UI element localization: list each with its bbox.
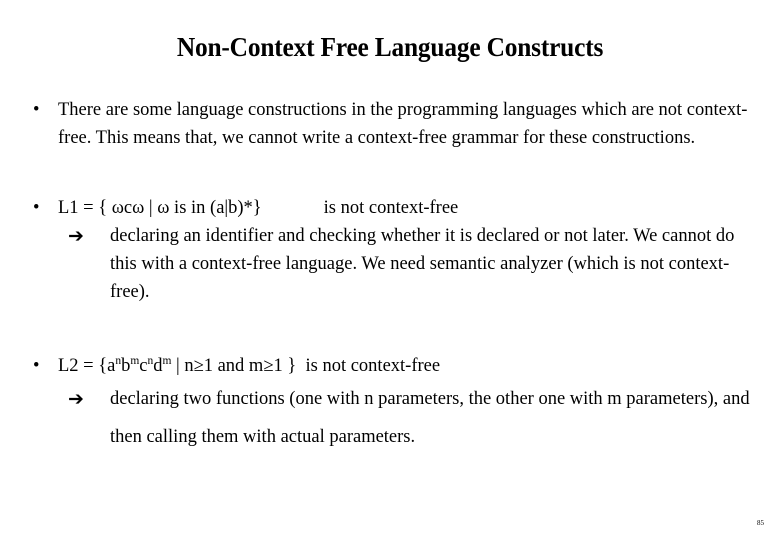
- sub-bullet-text-2: declaring two functions (one with n para…: [110, 389, 750, 447]
- l2-tail-text: | n≥1 and m≥1 }: [171, 356, 297, 376]
- language-definition-l2: L2 = {anbmcndm | n≥1 and m≥1 } is not co…: [58, 352, 750, 380]
- block-spacer-1: [0, 152, 780, 194]
- bullet-marker-icon: •: [33, 198, 40, 218]
- sub-bullet-1: ➔ declaring an identifier and checking w…: [58, 222, 750, 306]
- block-spacer-2: [0, 306, 780, 352]
- bullet-text-1: There are some language constructions in…: [58, 100, 748, 148]
- l2-superscript-m1: m: [130, 354, 140, 367]
- l2-letter-b: b: [121, 356, 131, 376]
- l1-note-text: is not context-free: [323, 198, 459, 218]
- sub-bullet-2: ➔ declaring two functions (one with n pa…: [58, 380, 750, 456]
- language-definition-l1: L1 = { ωcω | ω is in (a|b)*} is not conte…: [58, 194, 750, 222]
- bullet-marker-icon: •: [33, 100, 40, 120]
- slide: Non-Context Free Language Constructs • T…: [0, 0, 780, 540]
- sub-bullet-text-1: declaring an identifier and checking whe…: [110, 226, 735, 302]
- l2-lead-text: L2 = {a: [58, 356, 116, 376]
- bullet-block-3: • L2 = {anbmcndm | n≥1 and m≥1 } is not …: [0, 352, 780, 456]
- bullet-marker-icon: •: [33, 356, 40, 376]
- arrow-right-icon: ➔: [68, 225, 84, 247]
- page-number: 85: [757, 519, 764, 527]
- l2-note-text: is not context-free: [305, 356, 441, 376]
- page-title: Non-Context Free Language Constructs: [176, 32, 604, 62]
- arrow-right-icon: ➔: [68, 388, 84, 410]
- bullet-block-1: • There are some language constructions …: [0, 96, 780, 152]
- bullet-block-2: • L1 = { ωcω | ω is in (a|b)*} is not con…: [0, 194, 780, 306]
- slide-body: • There are some language constructions …: [0, 96, 780, 456]
- l1-definition-text: L1 = { ωcω | ω is in (a|b)*}: [58, 198, 262, 218]
